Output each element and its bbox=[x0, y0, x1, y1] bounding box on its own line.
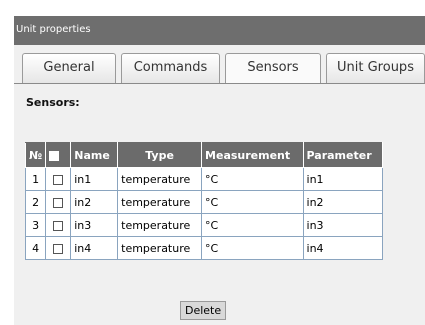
tab-commands[interactable]: Commands bbox=[121, 53, 220, 83]
table-row[interactable]: 2 in2 temperature °C in2 bbox=[24, 190, 384, 214]
column-header-no: № bbox=[24, 142, 47, 168]
table-row[interactable]: 3 in3 temperature °C in3 bbox=[24, 213, 384, 237]
sensors-heading: Sensors: bbox=[26, 96, 80, 109]
row-select-cell bbox=[45, 190, 72, 214]
row-number: 3 bbox=[24, 213, 47, 237]
sensor-measurement: °C bbox=[201, 236, 304, 260]
window-title: Unit properties bbox=[16, 24, 91, 35]
sensor-parameter: in4 bbox=[302, 236, 384, 260]
table-row[interactable]: 1 in1 temperature °C in1 bbox=[24, 167, 384, 191]
sensor-name: in2 bbox=[70, 190, 119, 214]
tabs-divider bbox=[14, 83, 425, 84]
sensor-parameter: in3 bbox=[302, 213, 384, 237]
select-all-checkbox[interactable] bbox=[49, 150, 60, 161]
column-header-parameter[interactable]: Parameter bbox=[302, 142, 384, 168]
row-checkbox[interactable] bbox=[53, 197, 64, 208]
row-number: 2 bbox=[24, 190, 47, 214]
row-select-cell bbox=[45, 213, 72, 237]
sensor-measurement: °C bbox=[201, 213, 304, 237]
sensor-type: temperature bbox=[117, 213, 203, 237]
sensor-parameter: in2 bbox=[302, 190, 384, 214]
column-header-measurement[interactable]: Measurement bbox=[201, 142, 304, 168]
window-titlebar: Unit properties bbox=[14, 16, 425, 45]
sensor-type: temperature bbox=[117, 167, 203, 191]
row-checkbox[interactable] bbox=[53, 220, 64, 231]
tab-general[interactable]: General bbox=[22, 53, 116, 83]
row-number: 4 bbox=[24, 236, 47, 260]
table-header-row: № Name Type Measurement Parameter bbox=[24, 142, 384, 168]
row-select-cell bbox=[45, 236, 72, 260]
sensor-name: in4 bbox=[70, 236, 119, 260]
delete-button[interactable]: Delete bbox=[180, 301, 227, 320]
column-header-type[interactable]: Type bbox=[117, 142, 203, 168]
row-checkbox[interactable] bbox=[53, 174, 64, 185]
column-header-select bbox=[45, 142, 72, 168]
sensor-name: in1 bbox=[70, 167, 119, 191]
sensors-table: № Name Type Measurement Parameter 1 in1 … bbox=[24, 142, 384, 260]
sensor-parameter: in1 bbox=[302, 167, 384, 191]
column-header-name[interactable]: Name bbox=[70, 142, 119, 168]
row-checkbox[interactable] bbox=[53, 243, 64, 254]
tab-sensors[interactable]: Sensors bbox=[225, 53, 321, 84]
sensor-measurement: °C bbox=[201, 167, 304, 191]
row-select-cell bbox=[45, 167, 72, 191]
sensor-type: temperature bbox=[117, 190, 203, 214]
row-number: 1 bbox=[24, 167, 47, 191]
properties-panel: General Commands Sensors Unit Groups Sen… bbox=[14, 45, 425, 325]
sensor-measurement: °C bbox=[201, 190, 304, 214]
sensor-type: temperature bbox=[117, 236, 203, 260]
tab-unit-groups[interactable]: Unit Groups bbox=[326, 53, 425, 83]
sensor-name: in3 bbox=[70, 213, 119, 237]
table-row[interactable]: 4 in4 temperature °C in4 bbox=[24, 236, 384, 260]
